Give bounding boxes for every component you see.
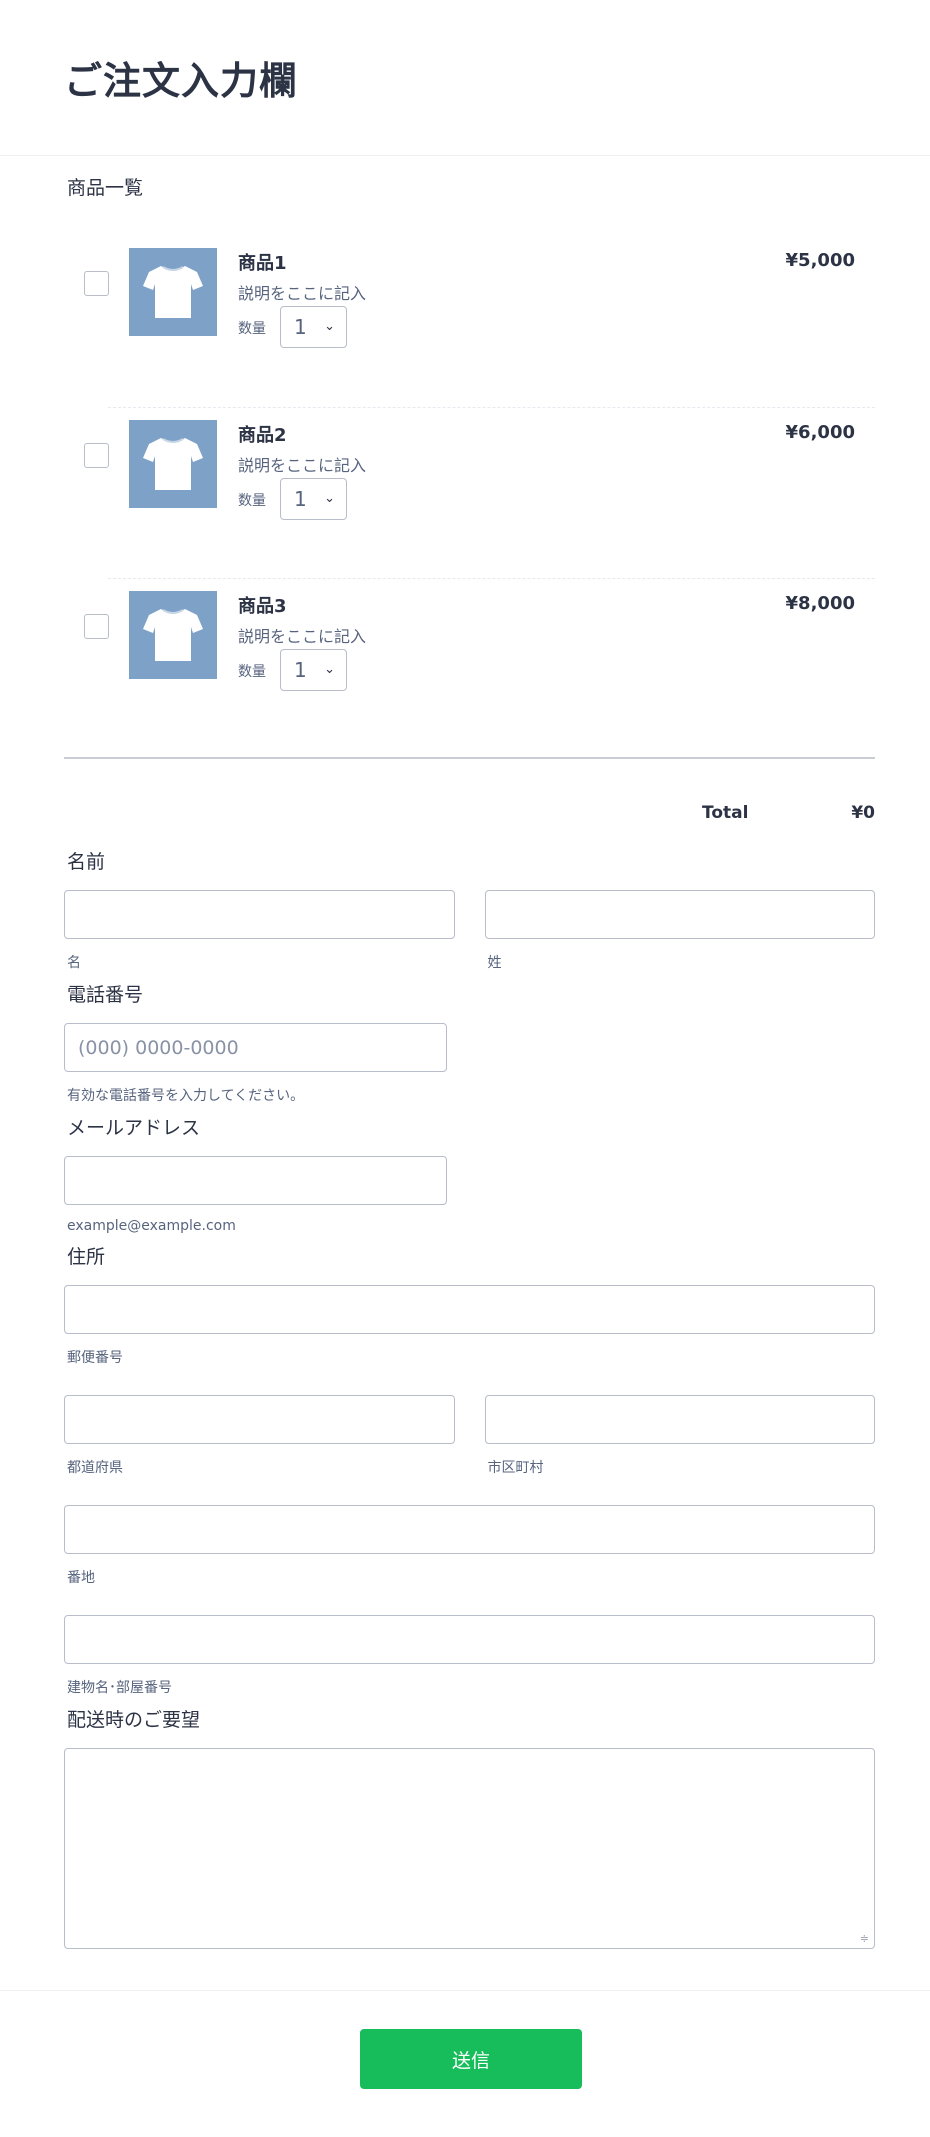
email-label: メールアドレス [67,1117,201,1139]
name-field: 名前 名 姓 [64,847,875,972]
product-description: 説明をここに記入 [238,284,367,303]
quantity-label: 数量 [238,321,266,337]
chevron-down-icon: ⌄ [324,319,335,334]
prefecture-sublabel: 都道府県 [67,1460,123,1476]
tshirt-icon [129,591,217,679]
address-field: 住所 郵便番号 都道府県 市区町村 番地 建物名･部屋番号 [64,1242,875,1697]
building-sublabel: 建物名･部屋番号 [67,1680,172,1696]
total-row: Total ¥0 [64,759,875,831]
page-title: ご注文入力欄 [64,59,299,103]
street-input[interactable] [64,1505,875,1554]
first-name-sublabel: 名 [67,955,81,971]
last-name-input[interactable] [484,890,875,939]
email-hint: example@example.com [67,1218,236,1234]
product-name: 商品2 [238,425,287,446]
product-name: 商品3 [238,596,287,617]
address-label: 住所 [67,1246,106,1268]
product-price: ¥5,000 [785,250,855,271]
product-checkbox[interactable] [84,271,109,296]
delivery-field: 配送時のご要望 ≑ [64,1705,875,1949]
product-description: 説明をここに記入 [238,627,367,646]
quantity-label: 数量 [238,493,266,509]
products-label: 商品一覧 [67,177,144,199]
quantity-label: 数量 [238,664,266,680]
city-sublabel: 市区町村 [487,1460,544,1476]
product-price: ¥6,000 [785,422,855,443]
chevron-down-icon: ⌄ [324,662,335,677]
product-item: 商品3 説明をここに記入 数量 1 ⌄ ¥8,000 [84,578,875,749]
total-label: Total [702,803,749,823]
product-item: 商品1 説明をここに記入 数量 1 ⌄ ¥5,000 [64,236,875,407]
first-name-input[interactable] [64,890,455,939]
delivery-label: 配送時のご要望 [67,1709,201,1731]
last-name-sublabel: 姓 [487,955,502,971]
name-label: 名前 [67,851,106,873]
email-input[interactable] [64,1156,447,1205]
product-list: 商品1 説明をここに記入 数量 1 ⌄ ¥5,000 商品2 説明をここに記入 … [64,236,875,749]
product-checkbox[interactable] [84,443,109,468]
submit-button[interactable]: 送信 [360,2029,582,2089]
quantity-value: 1 [294,658,307,682]
chevron-down-icon: ⌄ [324,491,335,506]
building-input[interactable] [64,1615,875,1664]
quantity-select[interactable]: 1 ⌄ [280,306,347,348]
delivery-request-textarea[interactable] [64,1748,875,1949]
form-content: 商品一覧 商品1 説明をここに記入 数量 1 ⌄ ¥5,000 商品2 説明をこ… [0,173,875,1949]
phone-hint: 有効な電話番号を入力してください。 [67,1088,305,1104]
phone-input[interactable]: (000) 0000-0000 [64,1023,447,1072]
quantity-value: 1 [294,487,307,511]
product-checkbox[interactable] [84,614,109,639]
tshirt-icon [129,420,217,508]
quantity-select[interactable]: 1 ⌄ [280,478,347,520]
product-name: 商品1 [238,253,287,274]
postal-code-input[interactable] [64,1285,875,1334]
street-sublabel: 番地 [67,1570,95,1586]
prefecture-input[interactable] [64,1395,455,1444]
form-footer: 送信 [0,1990,930,2137]
tshirt-icon [129,248,217,336]
city-input[interactable] [484,1395,875,1444]
email-field: メールアドレス example@example.com [64,1113,875,1234]
phone-field: 電話番号 (000) 0000-0000 有効な電話番号を入力してください。 [64,980,875,1105]
quantity-select[interactable]: 1 ⌄ [280,649,347,691]
product-description: 説明をここに記入 [238,456,367,475]
phone-label: 電話番号 [67,984,144,1006]
phone-placeholder: (000) 0000-0000 [78,1036,239,1059]
product-item: 商品2 説明をここに記入 数量 1 ⌄ ¥6,000 [84,407,875,578]
total-value: ¥0 [851,803,875,823]
product-price: ¥8,000 [785,593,855,614]
resize-handle-icon[interactable]: ≑ [860,1932,869,1945]
postal-code-sublabel: 郵便番号 [67,1350,123,1366]
form-header: ご注文入力欄 [0,0,930,156]
quantity-value: 1 [294,315,307,339]
